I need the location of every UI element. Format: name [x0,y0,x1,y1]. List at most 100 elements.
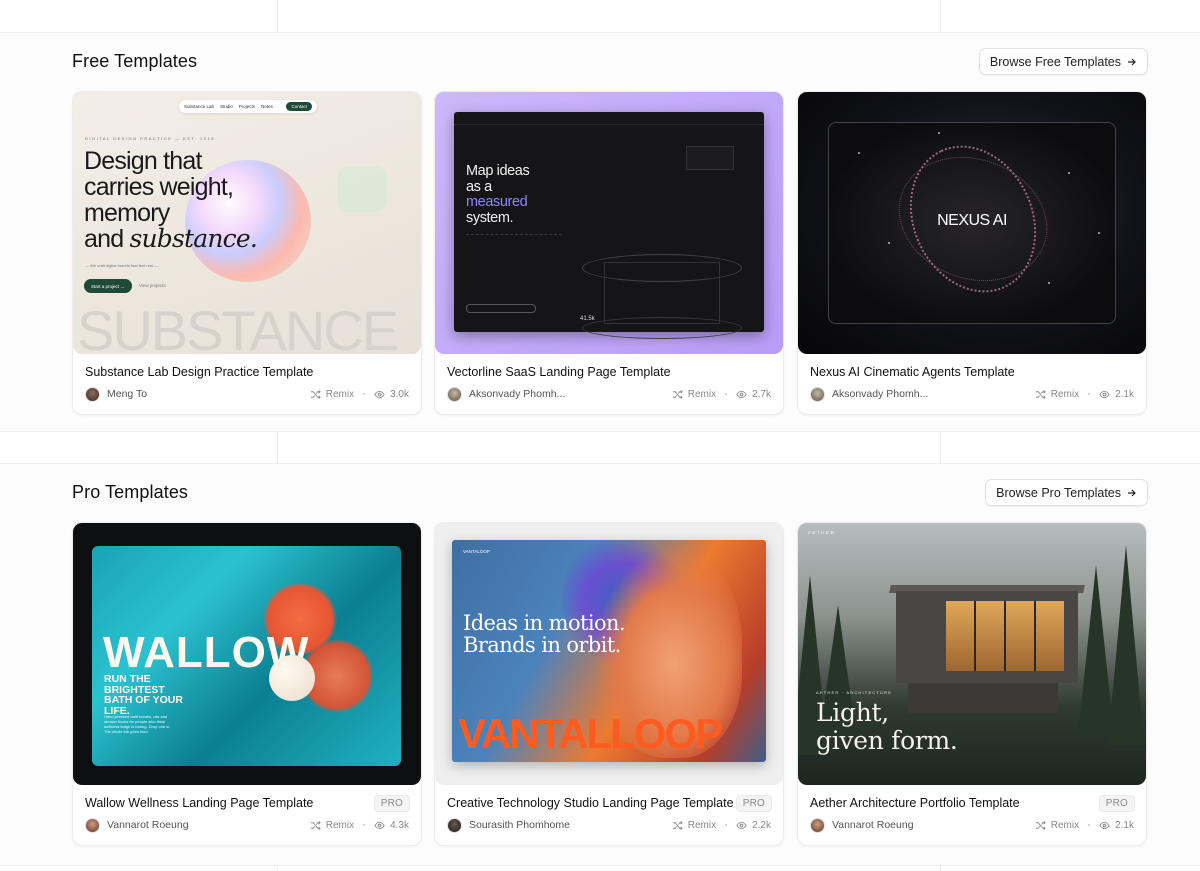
hero-line: Light, [816,698,889,727]
shuffle-icon [1035,820,1046,830]
card-title[interactable]: Vectorline SaaS Landing Page Template [447,365,671,379]
views-count: 2.1k [1115,819,1134,831]
thumb-tagline: — We craft digital brands that feel real… [85,263,159,268]
subhead-line: BATH OF YOUR [104,694,183,706]
eye-icon [736,821,747,829]
card-meta: Aksonvady Phomh... Remix 2.7k [447,386,771,402]
avatar[interactable] [810,817,825,833]
hero-line: Brands in orbit. [463,633,621,657]
hero-italic: substance. [129,224,258,253]
card-stats: Remix 2.1k [1035,820,1134,831]
template-thumbnail[interactable]: NEXUS AI [798,92,1146,354]
hero-line: and substance. [84,224,258,253]
card-title[interactable]: Nexus AI Cinematic Agents Template [810,365,1015,379]
thumb-nav: Substance Lab Studio Projects Notes Cont… [179,100,317,113]
window-mullion [1034,601,1036,671]
hero-line: memory [84,199,170,227]
remix-label[interactable]: Remix [1051,820,1079,831]
template-thumbnail[interactable]: Substance Lab Studio Projects Notes Cont… [73,92,421,354]
remix-label[interactable]: Remix [688,820,716,831]
thumb-button [466,304,536,313]
thumb-big-word: SUBSTANCE [77,299,399,354]
template-thumbnail[interactable]: Map ideas as a measured system. 41.5k [435,92,783,354]
card-meta: Sourasith Phomhome Remix 2.2k [447,817,771,833]
template-card[interactable]: AETHER AETHER · ARCHITECTURE Light, give… [797,522,1147,846]
browse-pro-templates-button[interactable]: Browse Pro Templates [985,479,1148,506]
template-card[interactable]: Substance Lab Studio Projects Notes Cont… [72,91,422,415]
author-name[interactable]: Vannarot Roeung [107,819,189,831]
hero-line: system. [466,209,514,226]
template-thumbnail[interactable]: WALLOW RUN THE BRIGHTEST BATH OF YOUR LI… [73,523,421,785]
card-meta: Aksonvady Phomh... Remix 2.1k [810,386,1134,402]
avatar[interactable] [85,386,100,402]
glass-cube [337,166,387,212]
card-stats: Remix 2.2k [672,820,771,831]
grid-line [0,865,1200,866]
template-card[interactable]: VANTALOOP Ideas in motion. Brands in orb… [434,522,784,846]
author-name[interactable]: Meng To [107,388,147,400]
views-count: 2.7k [752,388,771,400]
template-thumbnail[interactable]: VANTALOOP Ideas in motion. Brands in orb… [435,523,783,785]
author-name[interactable]: Aksonvady Phomh... [832,388,928,400]
thumb-secondary-link: View projects [139,283,166,288]
author-name[interactable]: Sourasith Phomhome [469,819,570,831]
remix-label[interactable]: Remix [688,389,716,400]
thumb-brand: AETHER [808,530,836,535]
thumb-stat: 41.5k [580,316,595,322]
template-card[interactable]: Map ideas as a measured system. 41.5k Ve… [434,91,784,415]
star [938,132,940,134]
hero-line: carries weight, [84,173,234,201]
pine-tree [1108,545,1144,745]
template-card[interactable]: WALLOW RUN THE BRIGHTEST BATH OF YOUR LI… [72,522,422,846]
window-mullion [974,601,976,671]
remix-label[interactable]: Remix [1051,389,1079,400]
thumb-cta-button: Start a project → [84,279,132,293]
thumb-hero: NEXUS AI [937,212,1007,229]
author-name[interactable]: Aksonvady Phomh... [469,388,565,400]
wire-frame [604,262,720,324]
grid-line [0,431,1200,432]
card-title[interactable]: Creative Technology Studio Landing Page … [447,796,734,810]
pro-badge: PRO [735,795,772,812]
card-title[interactable]: Substance Lab Design Practice Template [85,365,313,379]
card-title[interactable]: Aether Architecture Portfolio Template [810,796,1020,810]
hero-line: as a [466,178,492,195]
arrow-right-icon [1128,58,1136,65]
browse-label: Browse Free Templates [989,54,1121,69]
template-thumbnail[interactable]: AETHER AETHER · ARCHITECTURE Light, give… [798,523,1146,785]
thumb-hero: Light, given form. [816,699,958,755]
separator-dot [1088,824,1091,826]
thumb-body: Hand-pressed bath bombs, oils and shower… [104,714,171,734]
separator-dot [725,824,728,826]
separator-dot [725,393,728,395]
hero-line: Ideas in motion. [463,611,626,635]
template-card[interactable]: NEXUS AI Nexus AI Cinematic Agents Templ… [797,91,1147,415]
hero-line: Map ideas [466,163,530,179]
separator-dot [363,824,366,826]
hero-and: and [84,225,130,253]
author-name[interactable]: Vannarot Roeung [832,819,914,831]
arrow-right-icon [1128,489,1136,496]
browse-free-templates-button[interactable]: Browse Free Templates [978,48,1148,75]
free-templates-section: Free Templates Browse Free Templates Sub… [0,33,1200,431]
remix-label[interactable]: Remix [326,389,354,400]
thumb-cta: Contact [286,102,312,111]
shuffle-icon [672,389,683,399]
avatar[interactable] [447,817,462,833]
hero-line: given form. [816,726,958,755]
avatar[interactable] [447,386,462,402]
thumb-link: Notes [261,104,273,109]
remix-label[interactable]: Remix [326,820,354,831]
thumb-features [466,234,562,258]
avatar[interactable] [85,817,100,833]
card-title[interactable]: Wallow Wellness Landing Page Template [85,796,313,810]
thumb-hero: Design that carries weight, memory and s… [84,147,258,253]
avatar[interactable] [810,386,825,402]
section-title: Pro Templates [72,482,189,502]
star [1048,282,1050,284]
thumb-big-word: VANTALLOOP [458,710,723,757]
bath-bomb [269,655,315,701]
card-meta: Meng To Remix 3.0k [85,386,409,402]
hero-line: Design that [84,147,202,175]
views-count: 3.0k [390,388,409,400]
